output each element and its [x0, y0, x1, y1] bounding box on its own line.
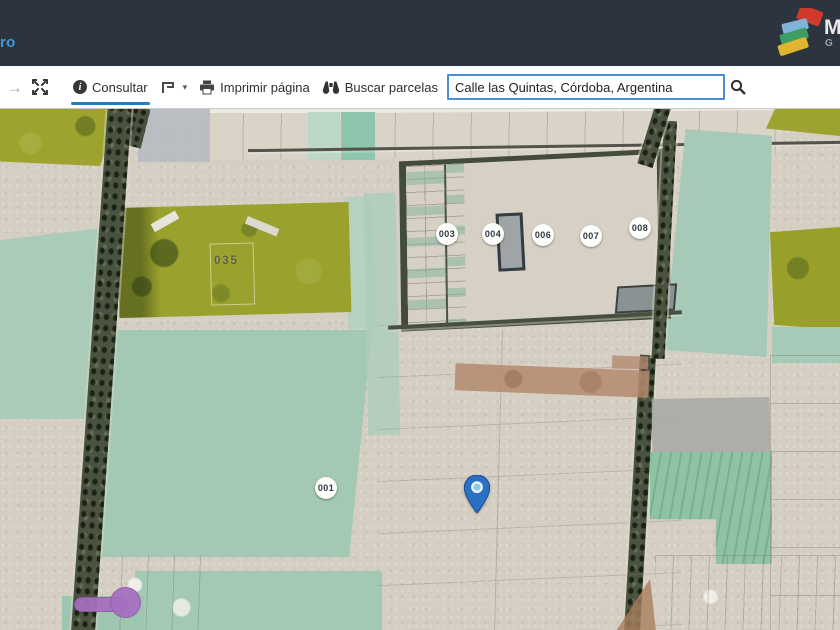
parcel-badge-004[interactable]: 004 — [482, 223, 504, 245]
app-title: ro — [0, 34, 16, 51]
parcel-badge-006[interactable]: 006 — [532, 224, 554, 246]
small-lots-bottom-right — [655, 555, 840, 630]
parcel-badge-008[interactable]: 008 — [629, 217, 651, 239]
app-header: ro M G — [0, 0, 840, 68]
bare-soil-patch — [611, 355, 649, 370]
layered-maps-logo-icon — [777, 8, 824, 56]
parcel-035-label: 035 — [214, 253, 239, 267]
field-teal-center — [86, 330, 372, 557]
field-olive-right — [770, 227, 840, 330]
forward-arrow-icon[interactable]: → — [6, 79, 23, 96]
field-teal-right — [664, 129, 772, 357]
field-teal-top-1 — [308, 112, 340, 160]
parcel-badge-003[interactable]: 003 — [436, 223, 458, 245]
building-roof — [150, 210, 180, 233]
print-page-button[interactable]: Imprimir página — [199, 80, 310, 95]
address-search-input[interactable] — [446, 74, 725, 100]
search-parcels-button[interactable]: Buscar parcelas — [322, 80, 438, 95]
print-page-label: Imprimir página — [220, 79, 310, 95]
gray-parcel-bottom-right — [651, 396, 771, 456]
measure-tool-button[interactable]: ▾ — [160, 80, 188, 94]
chevron-down-icon[interactable]: ▾ — [183, 82, 188, 93]
building-roof — [244, 216, 280, 237]
magnifier-icon — [730, 79, 746, 95]
search-parcels-label: Buscar parcelas — [344, 79, 438, 95]
consultar-label: Consultar — [92, 79, 148, 95]
parcel-badge-007[interactable]: 007 — [580, 225, 602, 247]
measure-angle-icon — [161, 82, 174, 93]
app-logo: M G — [776, 4, 840, 64]
expand-arrows-icon — [32, 79, 48, 95]
field-teal-top-2 — [341, 112, 375, 160]
gray-parcel-top — [138, 109, 210, 162]
purple-culdesac — [110, 587, 141, 618]
binoculars-icon — [322, 81, 339, 94]
block-lots — [406, 164, 447, 326]
logo-letter-sub: G — [825, 38, 833, 49]
parcel-badge-001[interactable]: 001 — [315, 477, 337, 499]
consultar-tool-button[interactable]: i Consultar — [71, 79, 150, 105]
logo-letter-main: M — [824, 16, 840, 39]
map-toolbar: → i Consultar ▾ Imprimir página Buscar p… — [0, 66, 840, 109]
location-pin-icon[interactable] — [464, 475, 490, 513]
info-icon: i — [73, 80, 87, 94]
printer-icon — [200, 80, 215, 94]
map-canvas[interactable]: 035 001 003 004 006 007 008 — [0, 109, 840, 630]
search-go-button[interactable] — [730, 79, 747, 96]
lot-outline — [209, 242, 256, 306]
fullscreen-button[interactable] — [32, 79, 48, 95]
